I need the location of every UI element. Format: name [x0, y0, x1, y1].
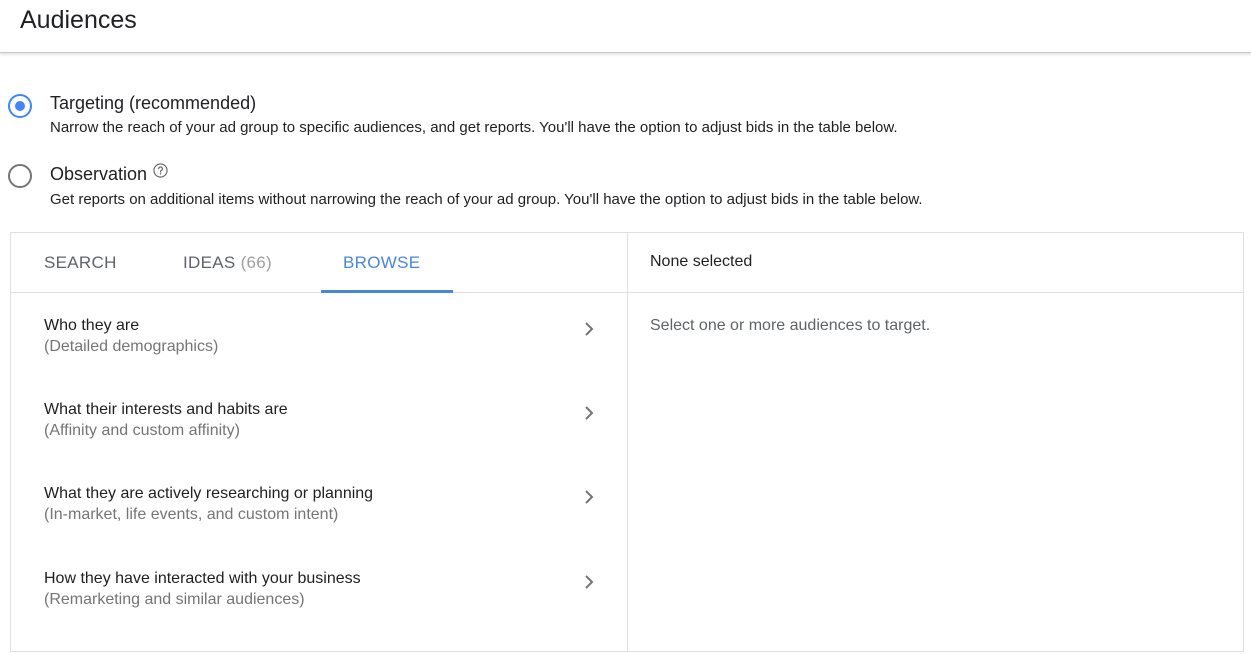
tab-browse[interactable]: BROWSE	[343, 233, 420, 293]
observation-label-wrap[interactable]: Observation	[50, 163, 168, 185]
selection-status: None selected	[650, 253, 753, 270]
audience-tabs: SEARCH IDEAS (66) BROWSE	[11, 233, 627, 293]
chevron-right-icon[interactable]	[581, 321, 597, 337]
browse-item-subtitle: (Detailed demographics)	[44, 338, 219, 355]
page-header: Audiences	[0, 0, 1251, 53]
observation-radio[interactable]	[8, 164, 32, 188]
tab-ideas-count: (66)	[240, 253, 272, 272]
tab-ideas-label: IDEAS	[183, 253, 236, 272]
audience-browser: SEARCH IDEAS (66) BROWSE Who they are (D…	[11, 233, 628, 651]
selection-hint: Select one or more audiences to target.	[650, 317, 931, 334]
tab-search[interactable]: SEARCH	[44, 233, 117, 293]
selected-header: None selected	[628, 233, 1243, 293]
browse-item-title: Who they are	[44, 317, 140, 334]
chevron-right-icon[interactable]	[581, 405, 597, 421]
tab-ideas[interactable]: IDEAS (66)	[183, 233, 272, 293]
chevron-right-icon[interactable]	[581, 574, 597, 590]
browse-item-researching[interactable]: What they are actively researching or pl…	[11, 485, 627, 569]
audience-panel: SEARCH IDEAS (66) BROWSE Who they are (D…	[10, 232, 1244, 652]
selected-audiences-panel: None selected Select one or more audienc…	[628, 233, 1243, 651]
browse-item-subtitle: (Affinity and custom affinity)	[44, 422, 240, 439]
targeting-radio[interactable]	[8, 94, 32, 118]
browse-item-interests[interactable]: What their interests and habits are (Aff…	[11, 401, 627, 485]
browse-item-subtitle: (Remarketing and similar audiences)	[44, 591, 305, 608]
browse-item-interacted[interactable]: How they have interacted with your busin…	[11, 570, 627, 654]
targeting-label[interactable]: Targeting (recommended)	[50, 93, 256, 114]
active-tab-indicator	[321, 290, 453, 293]
chevron-right-icon[interactable]	[581, 489, 597, 505]
browse-item-subtitle: (In-market, life events, and custom inte…	[44, 506, 339, 523]
targeting-description: Narrow the reach of your ad group to spe…	[50, 119, 898, 136]
observation-label[interactable]: Observation	[50, 164, 147, 184]
browse-item-title: What they are actively researching or pl…	[44, 485, 374, 502]
observation-description: Get reports on additional items without …	[50, 191, 923, 208]
help-icon[interactable]	[153, 163, 168, 178]
browse-item-title: How they have interacted with your busin…	[44, 570, 361, 587]
page-title: Audiences	[20, 6, 137, 34]
browse-item-title: What their interests and habits are	[44, 401, 288, 418]
browse-item-who-they-are[interactable]: Who they are (Detailed demographics)	[11, 317, 627, 401]
